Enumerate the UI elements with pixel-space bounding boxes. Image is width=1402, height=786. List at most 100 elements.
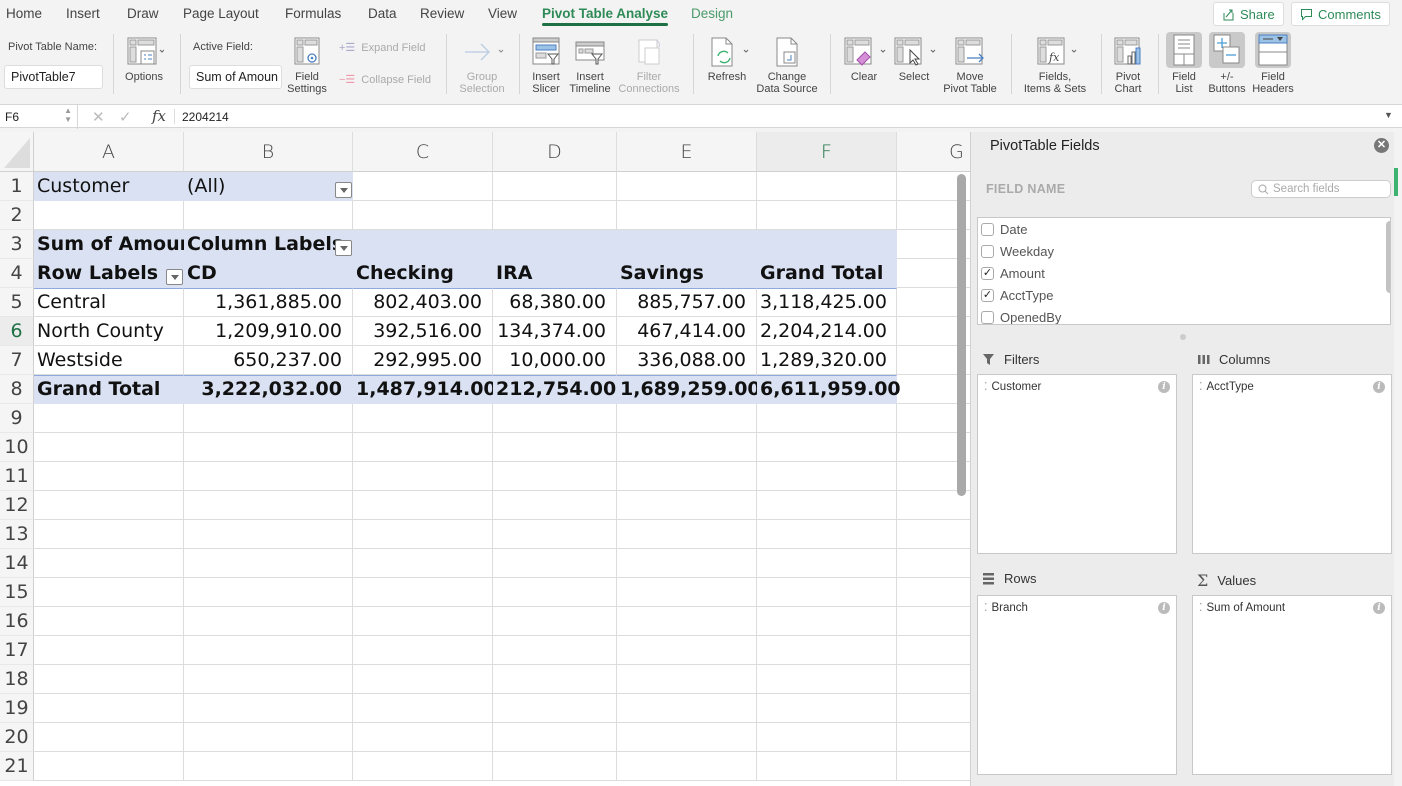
- cell-b14[interactable]: [184, 549, 353, 578]
- values-drop-zone[interactable]: ⁚ Sum of Amount i: [1192, 595, 1392, 775]
- cell-d2[interactable]: [493, 201, 617, 230]
- cell-e18[interactable]: [617, 665, 757, 694]
- pivot-col-header-grand-total[interactable]: Grand Total: [757, 259, 897, 288]
- cell-a13[interactable]: [34, 520, 184, 549]
- cell-b9[interactable]: [184, 404, 353, 433]
- column-header-g[interactable]: G: [897, 132, 970, 172]
- pivot-row-label[interactable]: North County: [34, 317, 184, 346]
- confirm-check-icon[interactable]: ✓: [119, 108, 132, 126]
- tab-formulas[interactable]: Formulas: [285, 6, 341, 21]
- row-header-10[interactable]: 10: [0, 433, 34, 462]
- cell-a11[interactable]: [34, 462, 184, 491]
- pivot-value-cell[interactable]: 292,995.00: [353, 346, 493, 375]
- column-header-c[interactable]: C: [353, 132, 493, 172]
- drag-grip-icon[interactable]: ⁚: [1199, 601, 1203, 614]
- cell-c17[interactable]: [353, 636, 493, 665]
- cell-e15[interactable]: [617, 578, 757, 607]
- columns-drop-zone[interactable]: ⁚ AcctType i: [1192, 374, 1392, 554]
- cell-b11[interactable]: [184, 462, 353, 491]
- pivot-header-blank[interactable]: [617, 230, 757, 259]
- cell-f16[interactable]: [757, 607, 897, 636]
- close-pane-icon[interactable]: ✕: [1374, 138, 1389, 153]
- pivot-value-cell[interactable]: 650,237.00: [184, 346, 353, 375]
- cell-f19[interactable]: [757, 694, 897, 723]
- cell-a10[interactable]: [34, 433, 184, 462]
- name-box-stepper-icon[interactable]: ▲ ▼: [64, 106, 72, 124]
- row-header-8[interactable]: 8: [0, 375, 34, 404]
- info-icon[interactable]: i: [1373, 380, 1385, 393]
- pivot-header-blank[interactable]: [757, 230, 897, 259]
- pivot-row-labels[interactable]: Row Labels: [34, 259, 184, 288]
- tab-pivot-table-analyse[interactable]: Pivot Table Analyse: [542, 6, 669, 26]
- cell-b20[interactable]: [184, 723, 353, 752]
- pivot-col-header-savings[interactable]: Savings: [617, 259, 757, 288]
- tab-view[interactable]: View: [488, 6, 517, 21]
- field-headers-toggle[interactable]: Field Headers: [1250, 32, 1296, 95]
- cell-f14[interactable]: [757, 549, 897, 578]
- column-header-a[interactable]: A: [34, 132, 184, 172]
- cell-d11[interactable]: [493, 462, 617, 491]
- cell-a19[interactable]: [34, 694, 184, 723]
- cancel-icon[interactable]: ✕: [92, 108, 105, 126]
- pivot-col-header-ira[interactable]: IRA: [493, 259, 617, 288]
- cell-f12[interactable]: [757, 491, 897, 520]
- tab-review[interactable]: Review: [420, 6, 464, 21]
- cell-f20[interactable]: [757, 723, 897, 752]
- cell-e14[interactable]: [617, 549, 757, 578]
- cell-d20[interactable]: [493, 723, 617, 752]
- row-header-7[interactable]: 7: [0, 346, 34, 375]
- cell-f13[interactable]: [757, 520, 897, 549]
- row-header-18[interactable]: 18: [0, 665, 34, 694]
- grand-total-label[interactable]: Grand Total: [34, 375, 184, 404]
- field-item-date[interactable]: Date: [981, 218, 1027, 240]
- vertical-scrollbar[interactable]: [957, 174, 966, 496]
- refresh-button[interactable]: Refresh: [703, 36, 751, 83]
- pivot-value-cell[interactable]: 10,000.00: [493, 346, 617, 375]
- row-header-1[interactable]: 1: [0, 172, 34, 201]
- pivot-header-blank[interactable]: [353, 230, 493, 259]
- filter-connections-button[interactable]: Filter Connections: [615, 36, 683, 95]
- fields-items-sets-button[interactable]: fx Fields, Items & Sets: [1020, 36, 1090, 95]
- cell-c18[interactable]: [353, 665, 493, 694]
- cell-g13[interactable]: [897, 520, 970, 549]
- options-button[interactable]: Options: [120, 36, 168, 83]
- cell-a16[interactable]: [34, 607, 184, 636]
- cell-g16[interactable]: [897, 607, 970, 636]
- row-header-15[interactable]: 15: [0, 578, 34, 607]
- cell-d1[interactable]: [493, 172, 617, 201]
- columns-item-accttype[interactable]: ⁚ AcctType i: [1199, 380, 1385, 393]
- grand-total-value[interactable]: 1,487,914.00: [353, 375, 497, 404]
- cell-d10[interactable]: [493, 433, 617, 462]
- comments-button[interactable]: Comments: [1291, 2, 1390, 26]
- filter-value[interactable]: (All): [184, 172, 353, 201]
- cell-a12[interactable]: [34, 491, 184, 520]
- cell-e12[interactable]: [617, 491, 757, 520]
- cell-f21[interactable]: [757, 752, 897, 781]
- cell-f11[interactable]: [757, 462, 897, 491]
- info-icon[interactable]: i: [1158, 380, 1170, 393]
- grand-total-value[interactable]: 1,689,259.00: [617, 375, 761, 404]
- cell-g20[interactable]: [897, 723, 970, 752]
- cell-c12[interactable]: [353, 491, 493, 520]
- pivot-value-cell[interactable]: 68,380.00: [493, 288, 617, 317]
- cell-d21[interactable]: [493, 752, 617, 781]
- cell-c16[interactable]: [353, 607, 493, 636]
- row-header-12[interactable]: 12: [0, 491, 34, 520]
- values-item-sum-of-amount[interactable]: ⁚ Sum of Amount i: [1199, 601, 1385, 614]
- cell-e10[interactable]: [617, 433, 757, 462]
- grand-total-value[interactable]: 6,611,959.00: [757, 375, 901, 404]
- cell-b15[interactable]: [184, 578, 353, 607]
- cell-e20[interactable]: [617, 723, 757, 752]
- row-header-2[interactable]: 2: [0, 201, 34, 230]
- cell-d18[interactable]: [493, 665, 617, 694]
- cell-d9[interactable]: [493, 404, 617, 433]
- cell-g15[interactable]: [897, 578, 970, 607]
- drag-grip-icon[interactable]: ⁚: [1199, 380, 1203, 393]
- pivot-value-cell[interactable]: 2,204,214.00: [757, 317, 897, 346]
- cell-f17[interactable]: [757, 636, 897, 665]
- cell-a17[interactable]: [34, 636, 184, 665]
- tab-draw[interactable]: Draw: [127, 6, 159, 21]
- cell-c15[interactable]: [353, 578, 493, 607]
- field-checkbox[interactable]: ✓: [981, 266, 994, 280]
- expand-field-button[interactable]: +☰ Expand Field: [339, 42, 426, 54]
